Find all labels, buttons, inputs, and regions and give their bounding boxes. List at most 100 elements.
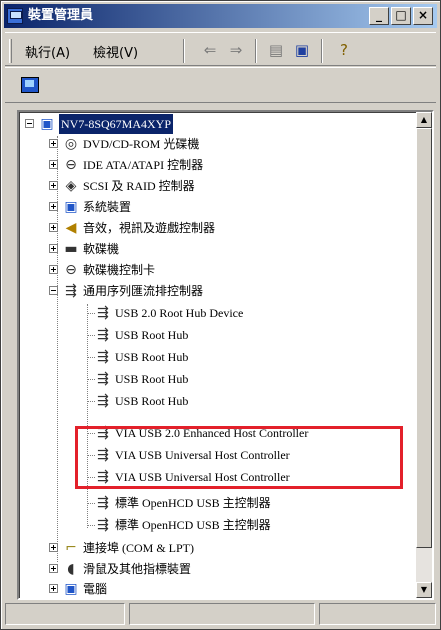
usb-device-icon: ⇶: [97, 393, 109, 409]
ide-icon: ⊖: [65, 157, 77, 173]
tree-line: [87, 313, 95, 314]
tree-item-label: 電腦: [83, 582, 108, 596]
usb-device-label: VIA USB 2.0 Enhanced Host Controller: [115, 426, 309, 440]
tree-line: [57, 136, 58, 562]
tree-item-label: IDE ATA/ATAPI 控制器: [83, 158, 204, 172]
tree-item-label: DVD/CD-ROM 光碟機: [83, 137, 200, 151]
menu-view[interactable]: 檢視(V): [93, 42, 138, 61]
status-bar: [5, 603, 436, 625]
device-manager-icon: [7, 8, 23, 24]
floppy-icon: ▬: [64, 241, 78, 257]
title-bar[interactable]: 裝置管理員 _ □ ×: [4, 4, 437, 28]
usb-device-icon: ⇶: [97, 517, 109, 533]
tree-line: [87, 503, 95, 504]
tree-item-label: 通用序列匯流排控制器: [83, 284, 204, 298]
usb-icon: ⇶: [65, 283, 77, 299]
tree-line: [87, 477, 95, 478]
floppy-controller-icon: ⊖: [65, 262, 77, 278]
usb-device-label: USB Root Hub: [115, 328, 189, 342]
action-toolbar: [5, 67, 436, 103]
expand-toggle[interactable]: [49, 139, 58, 148]
forward-arrow-icon[interactable]: ⇒: [227, 42, 245, 58]
tree-root[interactable]: ▣ NV7-8SQ67MA4XYP: [23, 114, 403, 134]
usb-device-icon: ⇶: [97, 469, 109, 485]
usb-device-icon: ⇶: [97, 371, 109, 387]
tree-line: [87, 335, 95, 336]
port-icon: ⌐: [65, 540, 77, 556]
usb-device-label: USB Root Hub: [115, 350, 189, 364]
vertical-scrollbar[interactable]: ▲ ▼: [416, 112, 432, 598]
usb-device-icon: ⇶: [97, 305, 109, 321]
expand-toggle[interactable]: [49, 265, 58, 274]
status-pane: [319, 603, 436, 625]
menu-action[interactable]: 執行(A): [25, 42, 70, 61]
usb-device-icon: ⇶: [97, 349, 109, 365]
toolbar-separator: [321, 39, 323, 63]
toolbar-separator: [255, 39, 257, 63]
usb-device-label: USB 2.0 Root Hub Device: [115, 306, 244, 320]
expand-toggle[interactable]: [49, 543, 58, 552]
scsi-icon: ◈: [65, 178, 77, 194]
sound-icon: ◀: [65, 220, 77, 236]
mouse-icon: ◖: [67, 561, 75, 577]
tree-line: [87, 525, 95, 526]
collapse-toggle[interactable]: [49, 286, 58, 295]
usb-device-label: USB Root Hub: [115, 394, 189, 408]
window-title: 裝置管理員: [28, 8, 94, 23]
tree-item-label: 軟碟機: [83, 242, 120, 256]
tree-item-label: 系統裝置: [83, 200, 132, 214]
expand-toggle[interactable]: [49, 244, 58, 253]
status-pane: [129, 603, 315, 625]
scroll-down-button[interactable]: ▼: [416, 582, 432, 598]
usb-device-icon: ⇶: [97, 425, 109, 441]
expand-toggle[interactable]: [49, 584, 58, 593]
tree-line: [87, 455, 95, 456]
usb-device-label: 標準 OpenHCD USB 主控制器: [115, 518, 271, 532]
expand-toggle[interactable]: [49, 223, 58, 232]
tree-line: [87, 379, 95, 380]
back-arrow-icon[interactable]: ⇐: [201, 42, 219, 58]
expand-toggle[interactable]: [49, 181, 58, 190]
window-controls: _ □ ×: [369, 7, 433, 25]
usb-device-label: VIA USB Universal Host Controller: [115, 448, 290, 462]
tree-line: [87, 401, 95, 402]
usb-device-icon: ⇶: [97, 495, 109, 511]
tree-item-label: 軟碟機控制卡: [83, 263, 156, 277]
expand-toggle[interactable]: [49, 564, 58, 573]
usb-device-label: USB Root Hub: [115, 372, 189, 386]
tree-item-label: 音效，視訊及遊戲控制器: [83, 221, 216, 235]
close-button[interactable]: ×: [413, 7, 433, 25]
root-label: NV7-8SQ67MA4XYP: [59, 114, 174, 134]
scan-hardware-icon[interactable]: [21, 77, 39, 93]
toolbar-separator: [183, 39, 185, 63]
system-icon: ▣: [64, 199, 78, 215]
expand-toggle[interactable]: [49, 160, 58, 169]
device-manager-window: 裝置管理員 _ □ × 執行(A) 檢視(V) ⇐ ⇒ ▤ ▣ ? ▣ NV7-…: [0, 0, 441, 630]
collapse-toggle[interactable]: [25, 119, 34, 128]
tree-line: [87, 357, 95, 358]
tree-item-label: 滑鼠及其他指標裝置: [83, 562, 192, 576]
minimize-button[interactable]: _: [369, 7, 389, 25]
properties-icon[interactable]: ▤: [267, 42, 285, 58]
usb-device-label: 標準 OpenHCD USB 主控制器: [115, 496, 271, 510]
computer-icon: ▣: [64, 581, 78, 597]
maximize-button[interactable]: □: [391, 7, 411, 25]
toolbar-grip[interactable]: [9, 39, 12, 63]
tree-item-label: 連接埠 (COM & LPT): [83, 541, 195, 555]
tree-line: [87, 304, 88, 528]
tree-line: [87, 433, 95, 434]
computer-icon: ▣: [40, 116, 54, 132]
device-tree[interactable]: ▣ NV7-8SQ67MA4XYP ◎ DVD/CD-ROM 光碟機 ⊖ IDE…: [17, 110, 434, 600]
tree-item-label: SCSI 及 RAID 控制器: [83, 179, 195, 193]
usb-device-icon: ⇶: [97, 447, 109, 463]
scroll-thumb[interactable]: [416, 128, 432, 548]
dvd-icon: ◎: [64, 136, 78, 152]
scroll-up-button[interactable]: ▲: [416, 112, 432, 128]
help-icon[interactable]: ?: [335, 42, 353, 58]
status-pane: [5, 603, 125, 625]
usb-device-label: VIA USB Universal Host Controller: [115, 470, 290, 484]
usb-device-icon: ⇶: [97, 327, 109, 343]
console-tree-icon[interactable]: ▣: [293, 42, 311, 58]
menu-toolbar: 執行(A) 檢視(V) ⇐ ⇒ ▤ ▣ ?: [5, 32, 436, 66]
expand-toggle[interactable]: [49, 202, 58, 211]
